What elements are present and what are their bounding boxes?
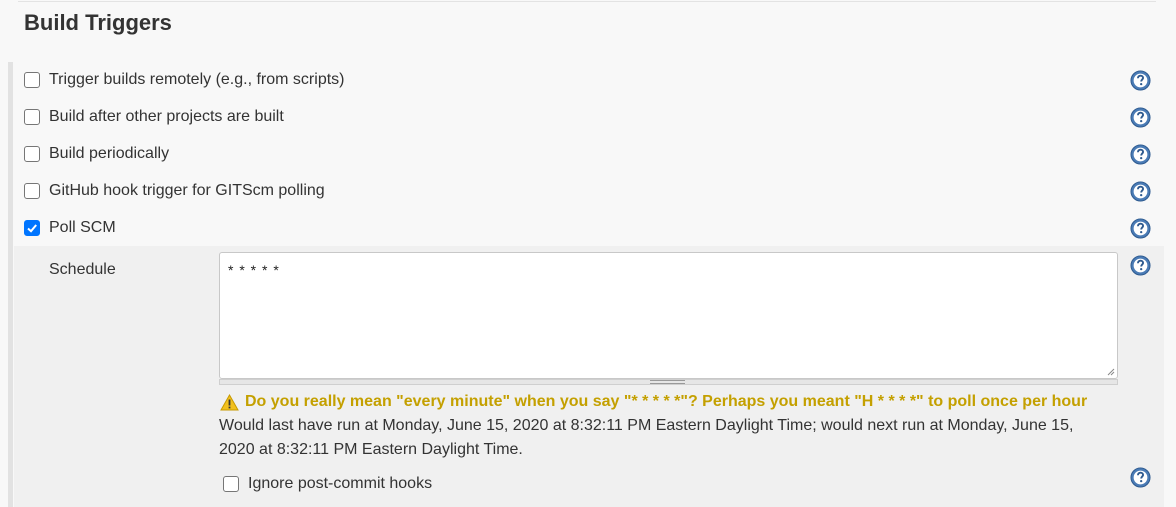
trigger-periodically-checkbox[interactable] [24,146,40,162]
resize-corner-icon[interactable] [1105,366,1115,376]
help-icon[interactable] [1130,107,1151,128]
schedule-label: Schedule [49,261,116,278]
schedule-value: * * * * * [228,262,280,278]
ignore-post-commit-label: Ignore post-commit hooks [248,475,433,492]
schedule-info-text: Would last have run at Monday, June 15, … [219,417,1074,458]
ignore-post-commit-checkbox[interactable] [223,476,239,492]
section-divider [18,1,1156,2]
trigger-github-hook-label: GitHub hook trigger for GITScm polling [49,182,325,199]
help-icon[interactable] [1130,218,1151,239]
ignore-post-commit-row[interactable]: Ignore post-commit hooks [223,473,432,495]
trigger-after-projects-row[interactable]: Build after other projects are built [24,106,284,128]
help-icon[interactable] [1130,181,1151,202]
trigger-remote-row[interactable]: Trigger builds remotely (e.g., from scri… [24,69,344,91]
schedule-textarea[interactable]: * * * * * [219,252,1118,379]
trigger-periodically-label: Build periodically [49,145,170,162]
trigger-github-hook-checkbox[interactable] [24,183,40,199]
schedule-warning: Do you really mean "every minute" when y… [220,393,1087,411]
trigger-periodically-row[interactable]: Build periodically [24,143,169,165]
trigger-poll-scm-label: Poll SCM [49,219,116,236]
trigger-poll-scm-checkbox[interactable] [24,220,40,236]
help-icon[interactable] [1130,255,1151,276]
trigger-remote-checkbox[interactable] [24,72,40,88]
warning-icon [220,393,239,410]
section-indent-bar [8,62,13,507]
trigger-github-hook-row[interactable]: GitHub hook trigger for GITScm polling [24,180,325,202]
trigger-after-projects-label: Build after other projects are built [49,108,284,125]
warning-text: Do you really mean "every minute" when y… [245,393,1088,410]
trigger-remote-label: Trigger builds remotely (e.g., from scri… [49,71,345,88]
help-icon[interactable] [1130,144,1151,165]
help-icon[interactable] [1130,467,1151,488]
help-icon[interactable] [1130,70,1151,91]
resize-grip-icon[interactable] [650,380,685,384]
trigger-after-projects-checkbox[interactable] [24,109,40,125]
trigger-poll-scm-row[interactable]: Poll SCM [24,217,116,239]
section-title: Build Triggers [24,10,172,35]
